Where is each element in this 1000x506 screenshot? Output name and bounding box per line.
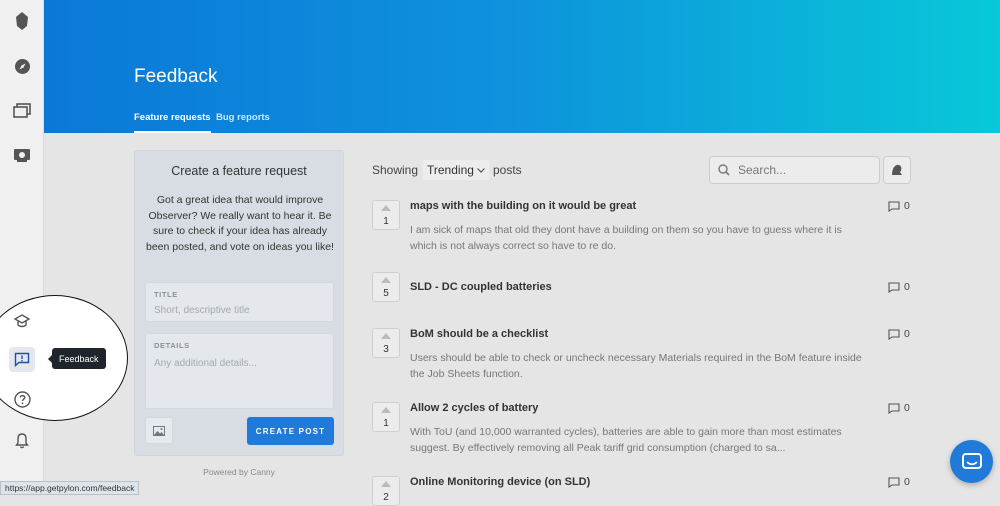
compass-icon[interactable] [11, 55, 33, 77]
title-input[interactable]: Short, descriptive title [154, 305, 250, 316]
vote-button[interactable]: 1 [372, 200, 400, 230]
graduation-cap-icon[interactable] [11, 310, 33, 332]
page-header: Feedback Feature requests Bug reports [44, 0, 1000, 133]
search-icon [718, 164, 730, 176]
chevron-down-icon [476, 167, 485, 173]
post-title[interactable]: Allow 2 cycles of battery [410, 402, 538, 414]
upvote-arrow-icon [381, 407, 391, 413]
status-bar-url: https://app.getpylon.com/feedback [0, 481, 140, 495]
feedback-tooltip: Feedback [48, 348, 106, 369]
post-title[interactable]: SLD - DC coupled batteries [410, 281, 552, 293]
vote-button[interactable]: 3 [372, 328, 400, 358]
account-button[interactable] [883, 156, 911, 184]
create-post-button[interactable]: CREATE POST [247, 417, 334, 445]
sort-value: Trending [427, 163, 474, 177]
vote-count: 1 [383, 216, 389, 227]
post-title[interactable]: maps with the building on it would be gr… [410, 200, 636, 212]
comment-count: 0 [888, 281, 910, 293]
vote-count: 2 [383, 492, 389, 503]
post-body: I am sick of maps that old they dont hav… [410, 224, 842, 252]
chat-icon [961, 452, 982, 469]
vote-count: 5 [383, 288, 389, 299]
search-input[interactable] [738, 163, 868, 177]
vote-button[interactable]: 2 [372, 476, 400, 506]
comment-icon [888, 281, 900, 293]
upvote-arrow-icon [381, 481, 391, 487]
title-field[interactable]: TITLE Short, descriptive title [145, 282, 334, 322]
chat-launcher-button[interactable] [950, 440, 993, 483]
logo-icon[interactable] [11, 10, 33, 32]
bell-icon[interactable] [11, 430, 33, 452]
posts-label: posts [493, 163, 522, 177]
sidebar [0, 0, 44, 495]
vote-count: 1 [383, 418, 389, 429]
comment-icon [888, 328, 900, 340]
vote-button[interactable]: 1 [372, 402, 400, 432]
vote-count: 3 [383, 344, 389, 355]
create-post-panel: Create a feature request Got a great ide… [134, 150, 344, 456]
comment-count-value: 0 [904, 200, 910, 212]
details-input[interactable]: Any additional details... [154, 358, 257, 369]
comment-icon [888, 200, 900, 212]
feedback-icon[interactable] [9, 347, 35, 372]
powered-by-canny[interactable]: Powered by Canny [134, 467, 344, 477]
image-icon [153, 425, 165, 436]
tab-feature-requests[interactable]: Feature requests [134, 112, 211, 133]
details-field-label: DETAILS [154, 341, 190, 350]
comment-count-value: 0 [904, 328, 910, 340]
comment-count-value: 0 [904, 476, 910, 488]
attach-image-button[interactable] [145, 417, 173, 444]
comment-count: 0 [888, 476, 910, 488]
vote-button[interactable]: 5 [372, 272, 400, 302]
comment-count: 0 [888, 402, 910, 414]
comment-count: 0 [888, 200, 910, 212]
panel-description: Got a great idea that would improve Obse… [146, 194, 334, 253]
comment-count: 0 [888, 328, 910, 340]
post-title[interactable]: Online Monitoring device (on SLD) [410, 476, 590, 488]
account-avatar-icon [892, 164, 902, 175]
upvote-arrow-icon [381, 333, 391, 339]
upvote-arrow-icon [381, 205, 391, 211]
post-body: Users should be able to check or uncheck… [410, 352, 862, 380]
sort-dropdown[interactable]: Trending [423, 160, 489, 180]
camera-icon[interactable] [11, 144, 33, 166]
title-field-label: TITLE [154, 290, 178, 299]
help-icon[interactable] [11, 388, 33, 410]
showing-label: Showing [372, 163, 419, 177]
comment-icon [888, 402, 900, 414]
search-box[interactable] [709, 156, 880, 184]
page-title: Feedback [134, 66, 218, 87]
panel-title: Create a feature request [171, 164, 307, 178]
comment-count-value: 0 [904, 402, 910, 414]
post-title[interactable]: BoM should be a checklist [410, 328, 548, 340]
upvote-arrow-icon [381, 277, 391, 283]
comment-count-value: 0 [904, 281, 910, 293]
folders-icon[interactable] [11, 100, 33, 122]
tab-bug-reports[interactable]: Bug reports [216, 112, 270, 123]
details-field[interactable]: DETAILS Any additional details... [145, 333, 334, 409]
comment-icon [888, 476, 900, 488]
post-body: With ToU (and 10,000 warranted cycles), … [410, 426, 842, 454]
